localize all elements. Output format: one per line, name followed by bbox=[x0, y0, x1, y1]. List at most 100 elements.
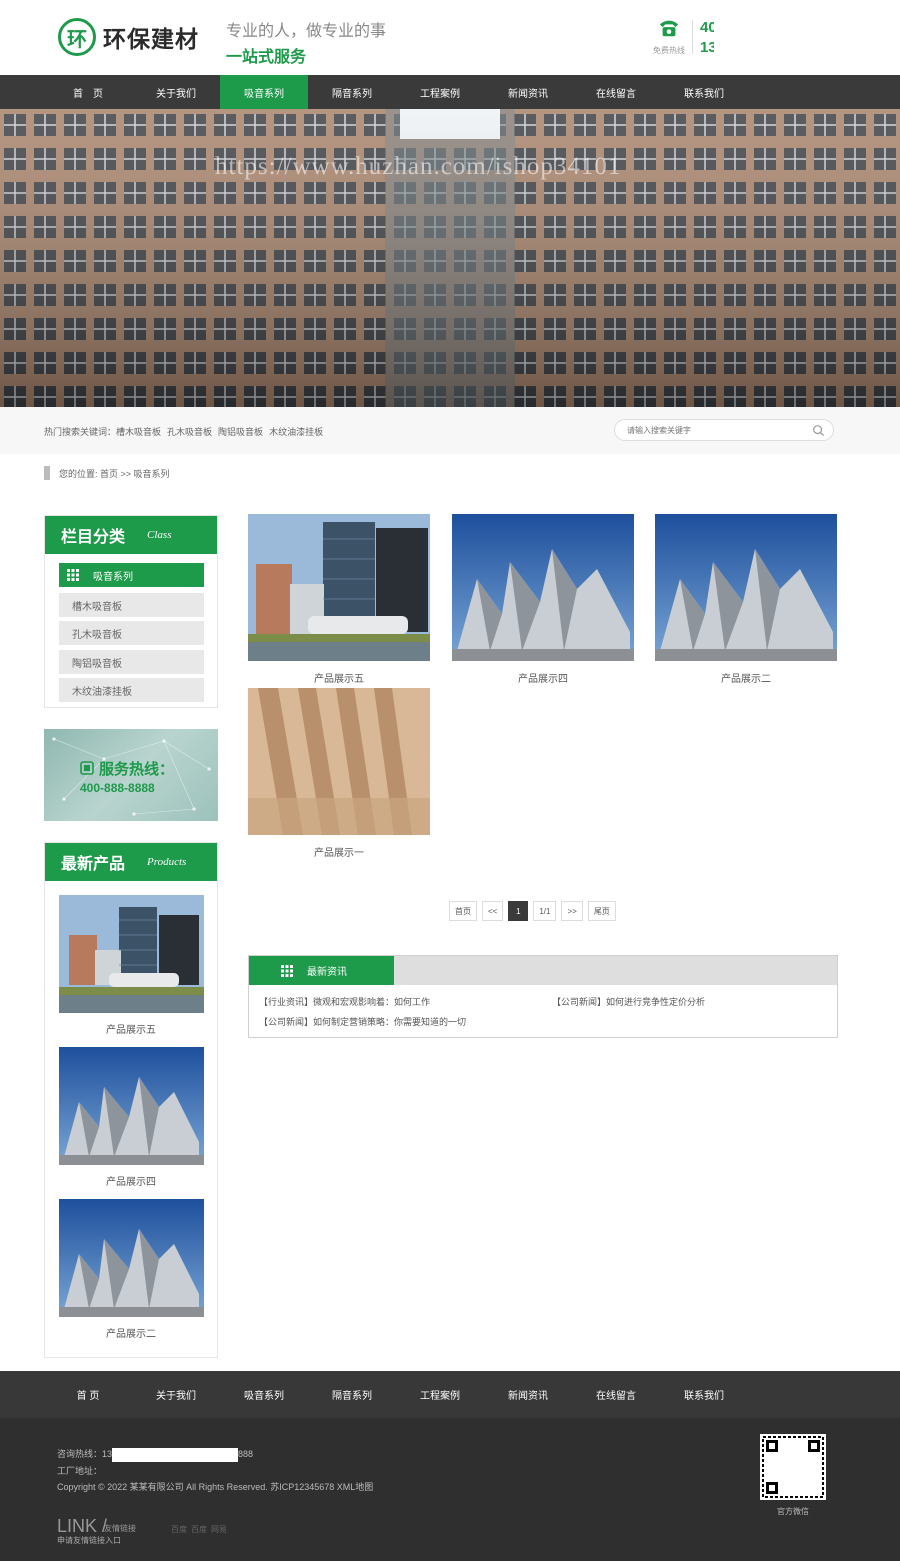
breadcrumb-marker bbox=[44, 466, 50, 480]
link-subtitle: 友情链接 bbox=[104, 1524, 136, 1533]
product-image[interactable] bbox=[248, 688, 430, 835]
news-item[interactable]: 【行业资讯】微观和宏观影响着：如何工作 bbox=[259, 995, 430, 1008]
nav-item-news[interactable]: 新闻资讯 bbox=[484, 75, 572, 109]
city-buildings-image bbox=[59, 895, 204, 1013]
friend-link[interactable]: 百度 bbox=[171, 1525, 187, 1534]
product-name[interactable]: 产品展示四 bbox=[452, 670, 634, 685]
product-card[interactable]: 产品展示五 bbox=[248, 514, 430, 685]
main-nav: 首 页 关于我们 吸音系列 隔音系列 工程案例 新闻资讯 在线留言 联系我们 bbox=[0, 75, 900, 109]
news-tab[interactable]: 最新资讯 bbox=[249, 956, 394, 985]
category-title: 栏目分类 bbox=[61, 529, 126, 546]
nav-item-contact[interactable]: 联系我们 bbox=[660, 75, 748, 109]
category-panel: 栏目分类 Class 吸音系列 槽木吸音板 孔木吸音板 陶铝吸音板 木纹油漆挂板 bbox=[44, 515, 218, 708]
hot-keyword[interactable]: 孔木吸音板 bbox=[167, 427, 212, 437]
news-item[interactable]: 【公司新闻】如何制定营销策略：你需要知道的一切 bbox=[259, 1015, 466, 1028]
friend-link[interactable]: 网易 bbox=[211, 1525, 227, 1534]
category-item-active[interactable]: 吸音系列 bbox=[59, 563, 204, 587]
page-first-button[interactable]: 首页 bbox=[449, 901, 477, 921]
footer-hotline: 咨询热线：13 888 bbox=[57, 1447, 253, 1462]
footer-nav-home[interactable]: 首 页 bbox=[44, 1371, 132, 1418]
hotline-number-1: 400-888-8888 bbox=[700, 17, 812, 39]
category-title-en: Class bbox=[147, 529, 172, 541]
product-thumb-steel[interactable] bbox=[59, 1047, 204, 1165]
service-title: 服务热线： bbox=[99, 761, 175, 778]
wechat-qr-code bbox=[760, 1434, 826, 1500]
nav-item-cases[interactable]: 工程案例 bbox=[396, 75, 484, 109]
steel-building-image bbox=[59, 1047, 204, 1165]
product-card[interactable]: 产品展示一 bbox=[248, 688, 430, 859]
qr-label: 官方微信 bbox=[777, 1507, 809, 1516]
product-thumb-steel[interactable] bbox=[59, 1199, 204, 1317]
hot-keyword[interactable]: 陶铝吸音板 bbox=[218, 427, 263, 437]
friend-link[interactable]: 百度 bbox=[191, 1525, 207, 1534]
nav-item-home[interactable]: 首 页 bbox=[44, 75, 132, 109]
latest-products-title-en: Products bbox=[147, 856, 187, 868]
product-image[interactable] bbox=[452, 514, 634, 661]
footer-factory-address: 工厂地址： bbox=[57, 1466, 103, 1476]
product-name[interactable]: 产品展示五 bbox=[248, 670, 430, 685]
service-hotline-banner: 服务热线： 400-888-8888 bbox=[44, 729, 218, 821]
page-next-button[interactable]: >> bbox=[561, 901, 583, 921]
page-last-button[interactable]: 尾页 bbox=[587, 901, 616, 921]
logo-mark: 环 bbox=[58, 18, 96, 56]
qr-code-icon bbox=[762, 1436, 824, 1498]
redaction-mask bbox=[714, 37, 804, 59]
product-name[interactable]: 产品展示一 bbox=[248, 844, 430, 859]
nav-item-message[interactable]: 在线留言 bbox=[572, 75, 660, 109]
link-title: LINK / bbox=[57, 1516, 108, 1536]
search-box bbox=[614, 419, 834, 441]
news-title: 最新资讯 bbox=[307, 967, 347, 978]
friend-links: 百度 百度 网易 bbox=[171, 1524, 231, 1535]
search-input[interactable] bbox=[627, 424, 807, 437]
service-number: 400-888-8888 bbox=[80, 781, 155, 795]
category-item[interactable]: 木纹油漆挂板 bbox=[59, 678, 204, 702]
nav-item-sound-absorbing[interactable]: 吸音系列 bbox=[220, 75, 308, 109]
footer-nav-sound-absorbing[interactable]: 吸音系列 bbox=[220, 1371, 308, 1418]
footer-nav-news[interactable]: 新闻资讯 bbox=[484, 1371, 572, 1418]
latest-products-panel: 最新产品 Products 产品展示五 产品展示四 产品展示二 bbox=[44, 842, 218, 1358]
hotline: 免费热线 bbox=[648, 17, 690, 56]
product-name[interactable]: 产品展示五 bbox=[45, 1021, 217, 1036]
nav-item-sound-insulation[interactable]: 隔音系列 bbox=[308, 75, 396, 109]
breadcrumb: 您的位置: 首页 >> 吸音系列 bbox=[44, 466, 170, 480]
hot-keyword[interactable]: 槽木吸音板 bbox=[116, 427, 161, 437]
city-buildings-image bbox=[248, 514, 430, 661]
latest-news-box: 最新资讯 【行业资讯】微观和宏观影响着：如何工作 【公司新闻】如何进行竞争性定价… bbox=[248, 955, 838, 1038]
redaction-mask bbox=[112, 1447, 239, 1462]
page: 环 环保建材 专业的人，做专业的事 一站式服务 免费热线 400-888-888… bbox=[0, 0, 900, 1561]
slogan-line-1: 专业的人，做专业的事 bbox=[226, 23, 387, 40]
product-image[interactable] bbox=[248, 514, 430, 661]
nav-item-about[interactable]: 关于我们 bbox=[132, 75, 220, 109]
steel-building-image bbox=[59, 1199, 204, 1317]
grid-icon bbox=[67, 569, 79, 581]
logo-text: 环保建材 bbox=[103, 26, 199, 52]
product-card[interactable]: 产品展示二 bbox=[655, 514, 837, 685]
category-item[interactable]: 陶铝吸音板 bbox=[59, 650, 204, 674]
page-prev-button[interactable]: << bbox=[482, 901, 504, 921]
hot-keyword[interactable]: 木纹油漆挂板 bbox=[269, 427, 323, 437]
footer-nav-contact[interactable]: 联系我们 bbox=[660, 1371, 748, 1418]
product-card[interactable]: 产品展示四 bbox=[452, 514, 634, 685]
footer-nav-message[interactable]: 在线留言 bbox=[572, 1371, 660, 1418]
apply-link[interactable]: 申请友情链接入口 bbox=[57, 1535, 121, 1546]
breadcrumb-text[interactable]: 您的位置: 首页 >> 吸音系列 bbox=[59, 467, 170, 480]
product-name[interactable]: 产品展示四 bbox=[45, 1173, 217, 1188]
search-icon[interactable] bbox=[812, 424, 825, 437]
news-item[interactable]: 【公司新闻】如何进行竞争性定价分析 bbox=[552, 995, 705, 1008]
category-item[interactable]: 槽木吸音板 bbox=[59, 593, 204, 617]
hotline-divider bbox=[692, 20, 693, 54]
wood-panel-image bbox=[248, 688, 430, 835]
footer-nav-about[interactable]: 关于我们 bbox=[132, 1371, 220, 1418]
footer-nav-cases[interactable]: 工程案例 bbox=[396, 1371, 484, 1418]
footer-nav-sound-insulation[interactable]: 隔音系列 bbox=[308, 1371, 396, 1418]
product-image[interactable] bbox=[655, 514, 837, 661]
header: 环 环保建材 专业的人，做专业的事 一站式服务 免费热线 400-888-888… bbox=[0, 0, 900, 75]
product-name[interactable]: 产品展示二 bbox=[45, 1325, 217, 1340]
banner-watermark: https://www.huzhan.com/ishop34101 bbox=[215, 153, 622, 180]
category-label: 吸音系列 bbox=[93, 571, 133, 583]
logo[interactable]: 环 环保建材 bbox=[58, 18, 199, 56]
page-current[interactable]: 1 bbox=[508, 901, 529, 921]
product-name[interactable]: 产品展示二 bbox=[655, 670, 837, 685]
product-thumb-city[interactable] bbox=[59, 895, 204, 1013]
category-item[interactable]: 孔木吸音板 bbox=[59, 621, 204, 645]
